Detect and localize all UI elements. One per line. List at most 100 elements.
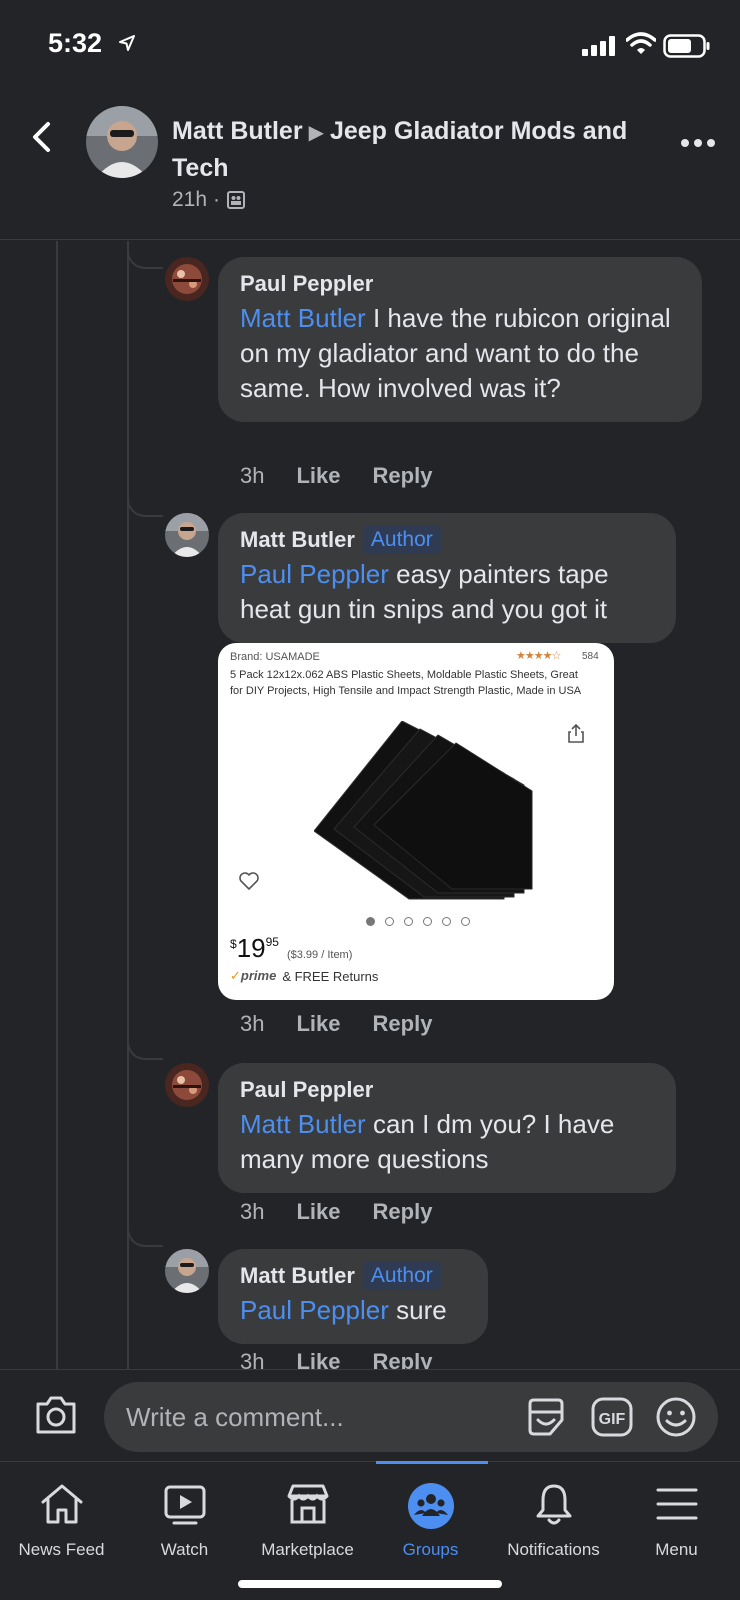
tab-label: Menu [655, 1540, 698, 1559]
like-button[interactable]: Like [296, 1011, 340, 1037]
menu-icon [656, 1488, 697, 1520]
commenter-name[interactable]: Paul Peppler [240, 269, 680, 299]
tab-news-feed[interactable]: News Feed [0, 1462, 123, 1562]
product-brand: Brand: USAMADE [230, 651, 320, 663]
comment-bubble[interactable]: Matt Butler Author Paul Peppler sure [218, 1249, 488, 1344]
comment-text: Paul Peppler sure [240, 1295, 447, 1325]
product-price: $ 19 95 ($3.99 / Item) [230, 933, 352, 963]
author-badge: Author [362, 526, 441, 554]
tab-groups[interactable]: Groups [369, 1462, 492, 1562]
comment-text: Paul Peppler easy painters tape heat gun… [240, 559, 609, 624]
post-time: 21h [172, 188, 208, 211]
sticker-icon[interactable] [524, 1396, 568, 1438]
thread-line [56, 241, 58, 1369]
comment-bubble[interactable]: Matt Butler Author Paul Peppler easy pain… [218, 513, 676, 643]
commenter-avatar[interactable] [165, 513, 209, 557]
mention-link[interactable]: Matt Butler [240, 303, 366, 333]
pager-dot [385, 917, 394, 926]
like-button[interactable]: Like [296, 463, 340, 489]
emoji-icon[interactable] [654, 1396, 698, 1438]
location-arrow-icon [119, 35, 135, 51]
meta-separator: · [213, 188, 221, 211]
comment-actions: 3h Like Reply [240, 1349, 464, 1369]
image-pager [366, 917, 470, 926]
tab-label: Notifications [507, 1540, 600, 1559]
prime-label: prime [240, 968, 277, 983]
mention-link[interactable]: Paul Peppler [240, 559, 389, 589]
tab-notifications[interactable]: Notifications [492, 1462, 615, 1562]
triangle-right-icon: ▶ [308, 122, 324, 144]
home-indicator [238, 1580, 502, 1588]
cellular-signal-icon [582, 36, 615, 56]
reply-connector [127, 1219, 163, 1247]
app-screen: { "status_bar": { "time": "5:32" }, "hea… [0, 0, 740, 1600]
post-meta: 21h · [172, 188, 246, 212]
reply-button[interactable]: Reply [373, 1349, 433, 1369]
commenter-avatar[interactable] [165, 1063, 209, 1107]
like-button[interactable]: Like [296, 1199, 340, 1225]
pager-dot [461, 917, 470, 926]
home-icon [41, 1484, 82, 1524]
comment-text: Matt Butler I have the rubicon original … [240, 303, 671, 403]
free-returns-label: & FREE Returns [282, 968, 379, 984]
wifi-icon [626, 32, 656, 54]
share-icon [568, 723, 584, 743]
price-cents: 95 [265, 935, 279, 949]
like-button[interactable]: Like [296, 1349, 340, 1369]
pager-dot [423, 917, 432, 926]
commenter-name[interactable]: Matt Butler Author [240, 1261, 466, 1291]
tab-watch[interactable]: Watch [123, 1462, 246, 1562]
thread-line [127, 241, 129, 1369]
comment-bubble[interactable]: Paul Peppler Matt Butler I have the rubi… [218, 257, 702, 422]
comment-thread[interactable]: Paul Peppler Matt Butler I have the rubi… [0, 241, 740, 1369]
prime-shipping: ✓prime & FREE Returns [230, 968, 378, 984]
svg-text:GIF: GIF [599, 1411, 626, 1428]
pager-dot [442, 917, 451, 926]
tab-label: Watch [160, 1540, 209, 1559]
gif-icon[interactable]: GIF [590, 1396, 634, 1438]
product-image-attachment[interactable]: Brand: USAMADE ★★★★☆ 584 5 Pack 12x12x.0… [218, 643, 614, 1000]
post-header: Matt Butler ▶ Jeep Gladiator Mods and Tech… [0, 92, 740, 240]
camera-icon[interactable] [34, 1394, 78, 1436]
tab-marketplace[interactable]: Marketplace [246, 1462, 369, 1562]
status-bar: 5:32 [0, 0, 740, 92]
comment-time: 3h [240, 463, 265, 488]
tab-label: Marketplace [261, 1540, 354, 1559]
comment-actions: 3h Like Reply [240, 1011, 464, 1037]
video-icon [164, 1485, 205, 1525]
tab-menu[interactable]: Menu [615, 1462, 738, 1562]
product-photo [314, 721, 533, 900]
status-time: 5:32 [48, 28, 103, 58]
comment-actions: 3h Like Reply [240, 463, 464, 489]
comment-composer: GIF [0, 1369, 740, 1461]
groups-icon [407, 1483, 454, 1529]
header-author-name[interactable]: Matt Butler [172, 117, 303, 145]
rating-stars-icon: ★★★★☆ [516, 650, 561, 662]
rating-count: 584 [582, 651, 599, 662]
prime-check-icon: ✓ [230, 968, 241, 983]
comment-bubble[interactable]: Paul Peppler Matt Butler can I dm you? I… [218, 1063, 676, 1193]
commenter-avatar[interactable] [165, 257, 209, 301]
post-title[interactable]: Matt Butler ▶ Jeep Gladiator Mods and Tech [172, 114, 632, 186]
reply-connector [127, 1032, 163, 1060]
favorite-heart-icon [239, 872, 259, 890]
author-avatar[interactable] [86, 106, 158, 178]
mention-link[interactable]: Paul Peppler [240, 1295, 389, 1325]
group-privacy-icon [227, 191, 246, 209]
commenter-avatar[interactable] [165, 1249, 209, 1293]
comment-time: 3h [240, 1199, 265, 1224]
reply-button[interactable]: Reply [373, 463, 433, 489]
reply-button[interactable]: Reply [373, 1199, 433, 1225]
tab-label: Groups [402, 1540, 459, 1559]
price-whole: 19 [236, 933, 266, 963]
tab-label: News Feed [18, 1540, 105, 1559]
mention-link[interactable]: Matt Butler [240, 1109, 366, 1139]
back-arrow-icon[interactable] [26, 120, 60, 154]
reply-button[interactable]: Reply [373, 1011, 433, 1037]
more-options-icon[interactable] [680, 136, 716, 150]
reply-connector [127, 489, 163, 517]
commenter-name[interactable]: Matt Butler Author [240, 525, 654, 555]
pager-dot [404, 917, 413, 926]
comment-actions: 3h Like Reply [240, 1199, 464, 1225]
commenter-name[interactable]: Paul Peppler [240, 1075, 654, 1105]
